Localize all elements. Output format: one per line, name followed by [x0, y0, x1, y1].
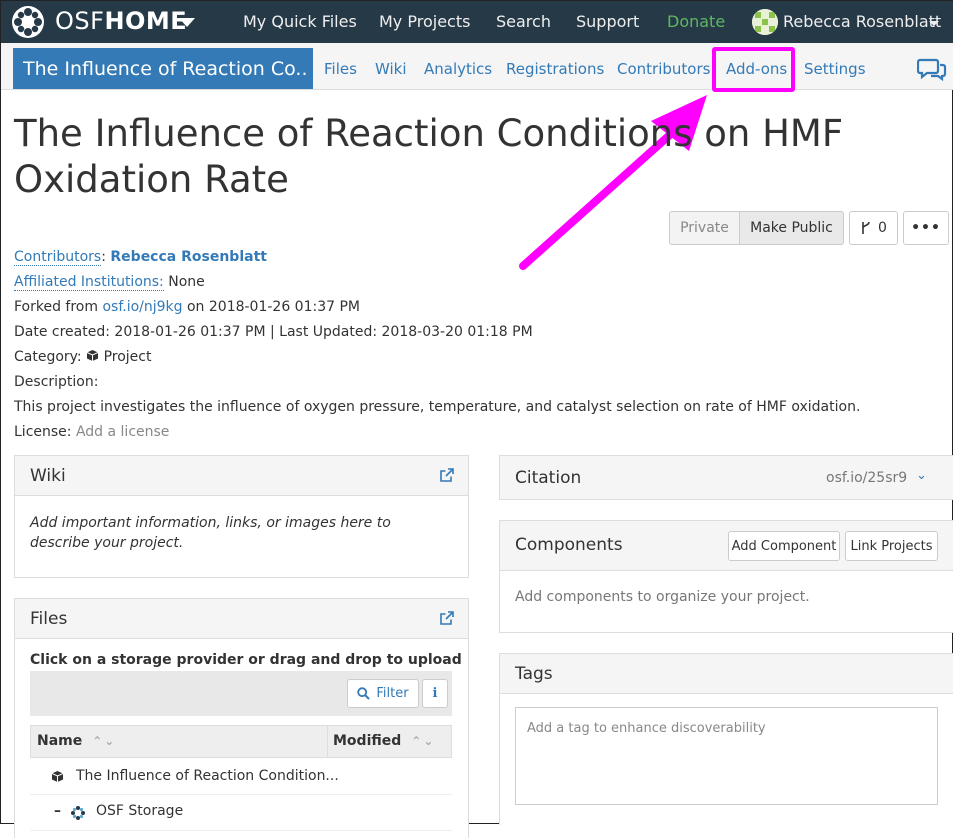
affiliated-line: Affiliated Institutions: None — [14, 274, 205, 291]
dates-line: Date created: 2018-01-26 01:37 PM | Last… — [14, 324, 533, 340]
comments-icon[interactable] — [917, 57, 947, 81]
contributors-link[interactable]: Contributors — [14, 249, 102, 266]
file-row-project[interactable]: The Influence of Reaction Condition... — [30, 759, 452, 795]
brand-dropdown-icon[interactable] — [179, 18, 195, 27]
nav-search[interactable]: Search — [496, 12, 551, 31]
wiki-panel: Wiki Add important information, links, o… — [14, 455, 469, 578]
sort-icon[interactable]: ⌃⌄ — [92, 734, 116, 748]
files-panel: Files Click on a storage provider or dra… — [14, 598, 469, 838]
tags-panel: Tags Add a tag to enhance discoverabilit… — [499, 653, 953, 825]
file-row-label: The Influence of Reaction Condition... — [76, 768, 339, 784]
info-button[interactable]: i — [422, 679, 448, 708]
tab-analytics[interactable]: Analytics — [424, 60, 492, 78]
filter-button[interactable]: Filter — [347, 679, 419, 708]
wiki-panel-title: Wiki — [30, 466, 66, 486]
tag-input-placeholder: Add a tag to enhance discoverability — [527, 721, 766, 736]
nav-my-projects[interactable]: My Projects — [379, 12, 470, 31]
avatar-pattern-icon — [752, 9, 778, 35]
osf-logo-icon[interactable] — [11, 5, 45, 39]
search-icon — [357, 687, 371, 700]
user-avatar[interactable] — [752, 9, 778, 35]
modified-column-header[interactable]: Modified ⌃⌄ — [333, 733, 435, 749]
more-options-button[interactable]: ••• — [903, 211, 949, 245]
column-divider — [327, 726, 328, 758]
brand-home-button[interactable]: OSFHOME — [55, 7, 187, 35]
components-empty-text: Add components to organize your project. — [515, 589, 810, 605]
sort-icon[interactable]: ⌃⌄ — [411, 734, 435, 748]
link-projects-button[interactable]: Link Projects — [845, 531, 938, 561]
citation-panel-header[interactable]: Citation osf.io/25sr9 ⌄ — [500, 456, 953, 499]
private-button[interactable]: Private — [669, 211, 740, 245]
category-line: Category: Project — [14, 349, 151, 365]
user-dropdown-icon[interactable] — [929, 21, 939, 26]
forked-line: Forked from osf.io/nj9kg on 2018-01-26 0… — [14, 299, 360, 315]
citation-link[interactable]: osf.io/25sr9 — [826, 470, 907, 486]
nav-my-quick-files[interactable]: My Quick Files — [243, 12, 357, 31]
file-grid-toolbar: Filter i — [30, 671, 452, 716]
file-grid-header: Name ⌃⌄ Modified ⌃⌄ — [30, 725, 452, 758]
page-title: The Influence of Reaction Conditions on … — [14, 112, 844, 201]
forked-date: on 2018-01-26 01:37 PM — [186, 299, 361, 315]
tab-files[interactable]: Files — [324, 60, 357, 78]
wiki-panel-header: Wiki — [15, 456, 468, 496]
user-name-menu[interactable]: Rebecca Rosenblatt — [783, 12, 941, 31]
cube-icon — [86, 350, 99, 361]
tab-settings[interactable]: Settings — [804, 60, 866, 78]
make-public-button[interactable]: Make Public — [739, 211, 844, 245]
wiki-placeholder[interactable]: Add important information, links, or ima… — [30, 513, 450, 553]
citation-panel-title: Citation — [515, 468, 582, 488]
project-title-label: The Influence of Reaction Co... — [23, 58, 306, 80]
fork-count: 0 — [878, 220, 887, 236]
add-license-link[interactable]: Add a license — [76, 424, 169, 440]
contributors-line: Contributors: Rebecca Rosenblatt — [14, 249, 267, 266]
citation-panel[interactable]: Citation osf.io/25sr9 ⌄ — [499, 455, 953, 500]
tab-contributors[interactable]: Contributors — [617, 60, 710, 78]
file-row-label: OSF Storage — [96, 803, 184, 819]
osf-storage-icon — [70, 805, 86, 821]
files-panel-header: Files — [15, 599, 468, 639]
forked-prefix: Forked from — [14, 299, 99, 315]
forked-from-link[interactable]: osf.io/nj9kg — [102, 299, 182, 315]
collapse-icon[interactable]: – — [54, 803, 61, 819]
files-panel-title: Files — [30, 609, 68, 629]
file-row-osf-storage[interactable]: – OSF Storage — [30, 795, 452, 831]
tags-panel-title: Tags — [515, 664, 553, 684]
license-line: License: Add a license — [14, 424, 169, 440]
top-navbar: OSFHOME My Quick Files My Projects Searc… — [1, 1, 953, 43]
chevron-down-icon[interactable]: ⌄ — [916, 468, 927, 483]
project-navbar: The Influence of Reaction Co... Files Wi… — [1, 43, 953, 92]
filter-label: Filter — [376, 686, 409, 701]
components-panel-title: Components — [515, 535, 623, 555]
cube-icon — [51, 771, 64, 782]
tab-registrations[interactable]: Registrations — [506, 60, 604, 78]
fork-icon — [862, 221, 870, 234]
tags-panel-header: Tags — [500, 654, 953, 694]
external-link-icon[interactable] — [440, 468, 454, 482]
license-label: License: — [14, 424, 72, 440]
tag-input[interactable]: Add a tag to enhance discoverability — [515, 707, 938, 805]
components-panel: Components Add Component Link Projects A… — [499, 520, 953, 633]
nav-donate[interactable]: Donate — [667, 12, 725, 31]
components-panel-header: Components Add Component Link Projects — [500, 521, 953, 571]
fork-button[interactable]: 0 — [849, 211, 898, 245]
description-label: Description: — [14, 374, 99, 390]
affiliated-institutions-link[interactable]: Affiliated Institutions: — [14, 274, 164, 291]
affiliated-value: None — [168, 274, 205, 290]
category-value: Project — [103, 349, 152, 365]
category-label: Category: — [14, 349, 82, 365]
description-text[interactable]: This project investigates the influence … — [14, 399, 860, 415]
name-column-header[interactable]: Name ⌃⌄ — [37, 733, 116, 749]
nav-support[interactable]: Support — [576, 12, 639, 31]
upload-instruction: Click on a storage provider or drag and … — [30, 652, 462, 668]
external-link-icon[interactable] — [440, 611, 454, 625]
tab-wiki[interactable]: Wiki — [375, 60, 407, 78]
add-component-button[interactable]: Add Component — [728, 531, 840, 561]
contributor-name-link[interactable]: Rebecca Rosenblatt — [110, 249, 267, 265]
project-title-tab[interactable]: The Influence of Reaction Co... — [13, 48, 313, 89]
